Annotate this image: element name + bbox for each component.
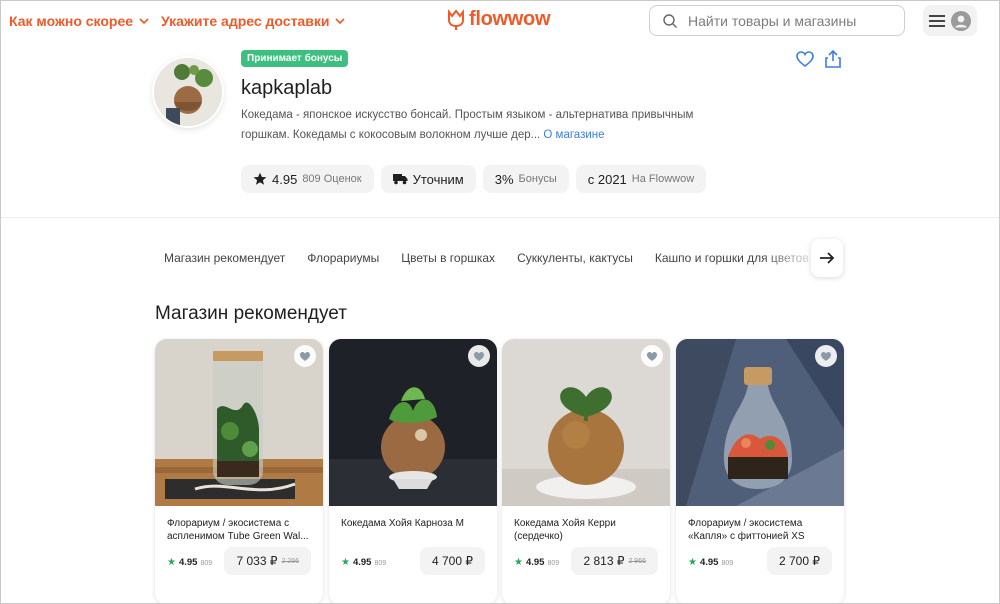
share-icon[interactable] — [823, 49, 843, 69]
product-card[interactable]: Флорариум / экосистема «Капля» с фиттони… — [676, 339, 844, 603]
star-icon: ★ — [688, 557, 697, 568]
star-icon: ★ — [341, 557, 350, 568]
heart-icon — [474, 351, 484, 361]
heart-icon[interactable] — [795, 49, 815, 69]
star-icon — [253, 172, 267, 185]
chevron-down-icon — [335, 18, 346, 25]
product-rating-value: 4.95 — [178, 557, 198, 568]
logo-text: flowwow — [469, 8, 551, 30]
shop-description: Кокедама - японское искусство бонсай. Пр… — [241, 105, 721, 145]
search-icon — [663, 13, 677, 28]
account-menu-button[interactable] — [923, 5, 977, 36]
tab-potted-flowers[interactable]: Цветы в горшках — [401, 251, 495, 265]
rating-stat[interactable]: 4.95 809 Оценок — [241, 165, 374, 193]
heart-icon — [821, 351, 831, 361]
top-header: Как можно скорее Укажите адрес доставки … — [1, 1, 999, 41]
heart-icon — [647, 351, 657, 361]
product-review-count: 809 — [721, 560, 734, 567]
product-price-value: 2 700 ₽ — [779, 554, 820, 568]
rating-value: 4.95 — [272, 171, 298, 187]
product-rating: ★ 4.95 809 — [688, 557, 733, 568]
bonus-label: Бонусы — [518, 173, 557, 185]
product-rating-value: 4.95 — [352, 557, 372, 568]
favorite-button[interactable] — [468, 345, 490, 367]
product-price-value: 7 033 ₽ — [236, 554, 278, 568]
delivery-value: Уточним — [412, 171, 464, 187]
hamburger-menu-icon — [929, 14, 945, 27]
delivery-truck-icon — [392, 174, 408, 185]
section-divider — [1, 217, 999, 218]
search-box[interactable] — [649, 5, 905, 36]
shop-name: kapkaplab — [241, 77, 333, 99]
star-icon: ★ — [514, 557, 523, 568]
tab-succulents[interactable]: Суккуленты, кактусы — [517, 251, 633, 265]
favorite-button[interactable] — [641, 345, 663, 367]
tulip-logo-icon — [448, 8, 464, 30]
search-input[interactable] — [688, 12, 888, 29]
product-old-price: 2 266 — [281, 557, 299, 565]
since-value: с 2021 — [587, 171, 627, 187]
product-rating-value: 4.95 — [699, 557, 719, 568]
favorite-button[interactable] — [294, 345, 316, 367]
shop-avatar — [154, 58, 222, 126]
product-rating: ★ 4.95 809 — [341, 557, 386, 568]
heart-icon — [300, 351, 310, 361]
product-card[interactable]: Флорариум / экосистема с аспленимом Tube… — [155, 339, 323, 603]
product-old-price: 2 966 — [628, 557, 646, 565]
product-title: Кокедама Хойя Карноза M — [341, 518, 464, 529]
product-price[interactable]: 2 700 ₽ — [767, 547, 832, 575]
product-rating: ★ 4.95 809 — [514, 557, 559, 568]
shop-description-text: Кокедама - японское искусство бонсай. Пр… — [241, 109, 694, 141]
delivery-time-label: Как можно скорее — [9, 13, 134, 29]
product-rating: ★ 4.95 809 — [167, 557, 212, 568]
rating-count: 809 Оценок — [302, 173, 362, 185]
category-tabs: Магазин рекомендует Флорариумы Цветы в г… — [164, 251, 809, 265]
about-shop-link[interactable]: О магазине — [543, 129, 604, 141]
product-review-count: 809 — [374, 560, 387, 567]
favorite-button[interactable] — [815, 345, 837, 367]
bonus-stat[interactable]: 3% Бонусы — [482, 165, 569, 193]
arrow-right-icon — [820, 252, 835, 264]
shop-stats: 4.95 809 Оценок Уточним 3% Бонусы с 2021… — [241, 165, 707, 193]
product-title: Флорариум / экосистема с аспленимом Tube… — [167, 518, 309, 542]
bonus-percent: 3% — [494, 171, 514, 187]
delivery-address-label: Укажите адрес доставки — [161, 13, 330, 29]
product-price[interactable]: 7 033 ₽ 2 266 — [224, 547, 311, 575]
delivery-stat[interactable]: Уточним — [380, 165, 476, 193]
product-rating-value: 4.95 — [525, 557, 545, 568]
delivery-time-selector[interactable]: Как можно скорее — [9, 13, 149, 29]
product-price[interactable]: 4 700 ₽ — [420, 547, 485, 575]
flowwow-logo[interactable]: flowwow — [447, 8, 551, 31]
product-review-count: 809 — [547, 560, 560, 567]
product-review-count: 809 — [200, 560, 213, 567]
product-card[interactable]: Кокедама Хойя Карноза M ★ 4.95 809 4 700… — [329, 339, 497, 603]
chevron-down-icon — [139, 18, 149, 25]
user-avatar-icon — [951, 10, 971, 31]
since-label: На Flowwow — [631, 173, 695, 185]
product-card[interactable]: Кокедама Хойя Керри (сердечко) ★ 4.95 80… — [502, 339, 670, 603]
product-price-value: 4 700 ₽ — [432, 554, 473, 568]
tab-florariums[interactable]: Флорариумы — [307, 251, 379, 265]
star-icon: ★ — [167, 557, 176, 568]
product-title: Кокедама Хойя Керри (сердечко) — [514, 518, 616, 542]
product-price-value: 2 813 ₽ — [583, 554, 625, 568]
tab-recommended[interactable]: Магазин рекомендует — [164, 251, 285, 265]
page: Как можно скорее Укажите адрес доставки … — [0, 0, 1000, 604]
since-stat[interactable]: с 2021 На Flowwow — [575, 165, 707, 193]
tabs-scroll-right-button[interactable] — [811, 239, 843, 277]
product-title: Флорариум / экосистема «Капля» с фиттони… — [688, 518, 805, 542]
accepts-bonuses-badge: Принимает бонусы — [241, 50, 349, 67]
section-title: Магазин рекомендует — [155, 303, 347, 324]
delivery-address-selector[interactable]: Укажите адрес доставки — [161, 13, 346, 29]
product-price[interactable]: 2 813 ₽ 2 966 — [571, 547, 658, 575]
